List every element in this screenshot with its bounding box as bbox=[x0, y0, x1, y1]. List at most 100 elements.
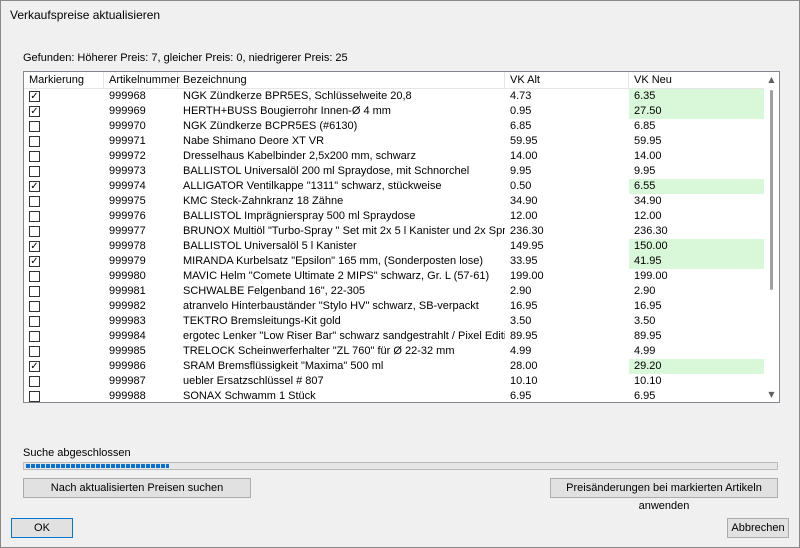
old-cell: 89.95 bbox=[510, 330, 538, 342]
name-cell: MIRANDA Kurbelsatz "Epsilon" 165 mm, (So… bbox=[183, 255, 484, 267]
art-cell: 999981 bbox=[109, 285, 146, 297]
ok-button[interactable]: OK bbox=[11, 518, 73, 538]
markierung-checkbox[interactable] bbox=[29, 151, 40, 162]
old-cell: 0.50 bbox=[510, 180, 532, 192]
header-vk-alt[interactable]: VK Alt bbox=[505, 72, 629, 88]
table-row[interactable]: 999972 Dresselhaus Kabelbinder 2,5x200 mm… bbox=[24, 149, 764, 164]
new-cell: 6.85 bbox=[634, 120, 656, 132]
search-updated-prices-button[interactable]: Nach aktualisierten Preisen suchen bbox=[23, 478, 251, 498]
table-row[interactable]: 999984 ergotec Lenker "Low Riser Bar" sch… bbox=[24, 329, 764, 344]
table-row[interactable]: 999975 KMC Steck-Zahnkranz 18 Zähne 34.90 3… bbox=[24, 194, 764, 209]
scroll-up-arrow-icon[interactable]: ▲ bbox=[764, 72, 779, 87]
name-cell: SCHWALBE Felgenband 16", 22-305 bbox=[183, 285, 366, 297]
markierung-cell: ✓ bbox=[24, 239, 104, 254]
check-icon: ✓ bbox=[30, 181, 39, 192]
markierung-checkbox[interactable] bbox=[29, 376, 40, 387]
old-cell: 28.00 bbox=[510, 360, 538, 372]
header-markierung[interactable]: Markierung bbox=[24, 72, 104, 88]
old-cell: 6.95 bbox=[510, 390, 532, 402]
markierung-checkbox[interactable] bbox=[29, 301, 40, 312]
old-cell: 12.00 bbox=[510, 210, 538, 222]
table-row[interactable]: 999977 BRUNOX Multiöl "Turbo-Spray " Set … bbox=[24, 224, 764, 239]
table-row[interactable]: 999982 atranvelo Hinterbauständer "Stylo … bbox=[24, 299, 764, 314]
scrollbar-thumb[interactable] bbox=[770, 90, 773, 290]
new-cell: 34.90 bbox=[634, 195, 662, 207]
price-grid[interactable]: Markierung Artikelnummer Bezeichnung VK … bbox=[23, 71, 780, 403]
table-row[interactable]: ✓ 999969 HERTH+BUSS Bougierrohr Innen-Ø 4 … bbox=[24, 104, 764, 119]
old-cell: 10.10 bbox=[510, 375, 538, 387]
scroll-down-arrow-icon[interactable]: ▼ bbox=[764, 387, 779, 402]
apply-price-changes-button[interactable]: Preisänderungen bei markierten Artikeln … bbox=[550, 478, 778, 512]
table-row[interactable]: ✓ 999979 MIRANDA Kurbelsatz "Epsilon" 165 … bbox=[24, 254, 764, 269]
art-cell: 999969 bbox=[109, 105, 146, 117]
markierung-checkbox[interactable] bbox=[29, 391, 40, 402]
table-row[interactable]: 999971 Nabe Shimano Deore XT VR 59.95 59.95 bbox=[24, 134, 764, 149]
new-cell: 199.00 bbox=[634, 270, 668, 282]
header-artikelnummer[interactable]: Artikelnummer bbox=[104, 72, 180, 88]
markierung-cell: ✓ bbox=[24, 89, 104, 104]
new-cell: 27.50 bbox=[629, 104, 764, 119]
progress-bar bbox=[23, 462, 778, 470]
table-row[interactable]: 999987 uebler Ersatzschlüssel # 807 10.10 1… bbox=[24, 374, 764, 389]
art-cell: 999974 bbox=[109, 180, 146, 192]
markierung-checkbox[interactable] bbox=[29, 136, 40, 147]
markierung-checkbox[interactable] bbox=[29, 271, 40, 282]
header-vk-neu[interactable]: VK Neu bbox=[629, 72, 764, 88]
old-cell: 33.95 bbox=[510, 255, 538, 267]
table-row[interactable]: 999973 BALLISTOL Universalöl 200 ml Spray… bbox=[24, 164, 764, 179]
new-cell: 150.00 bbox=[629, 239, 764, 254]
cancel-button[interactable]: Abbrechen bbox=[727, 518, 789, 538]
new-cell: 12.00 bbox=[634, 210, 662, 222]
window-title: Verkaufspreise aktualisieren bbox=[10, 8, 161, 22]
old-cell: 2.90 bbox=[510, 285, 532, 297]
markierung-checkbox[interactable]: ✓ bbox=[29, 106, 40, 117]
name-cell: Dresselhaus Kabelbinder 2,5x200 mm, schw… bbox=[183, 150, 416, 162]
new-cell: 16.95 bbox=[634, 300, 662, 312]
new-cell: 14.00 bbox=[634, 150, 662, 162]
art-cell: 999988 bbox=[109, 390, 146, 402]
art-cell: 999986 bbox=[109, 360, 146, 372]
table-row[interactable]: 999980 MAVIC Helm "Comete Ultimate 2 MIPS… bbox=[24, 269, 764, 284]
vertical-scrollbar[interactable]: ▲ ▼ bbox=[764, 72, 779, 402]
markierung-checkbox[interactable] bbox=[29, 226, 40, 237]
name-cell: KMC Steck-Zahnkranz 18 Zähne bbox=[183, 195, 344, 207]
markierung-checkbox[interactable]: ✓ bbox=[29, 256, 40, 267]
name-cell: NGK Zündkerze BPR5ES, Schlüsselweite 20,… bbox=[183, 90, 412, 102]
table-row[interactable]: 999988 SONAX Schwamm 1 Stück 6.95 6.95 bbox=[24, 389, 764, 402]
new-cell: 6.95 bbox=[634, 390, 656, 402]
old-cell: 6.85 bbox=[510, 120, 532, 132]
art-cell: 999973 bbox=[109, 165, 146, 177]
table-row[interactable]: ✓ 999974 ALLIGATOR Ventilkappe "1311" schw… bbox=[24, 179, 764, 194]
markierung-checkbox[interactable] bbox=[29, 211, 40, 222]
markierung-checkbox[interactable] bbox=[29, 346, 40, 357]
name-cell: BALLISTOL Universalöl 5 l Kanister bbox=[183, 240, 357, 252]
check-icon: ✓ bbox=[30, 361, 39, 372]
markierung-checkbox[interactable]: ✓ bbox=[29, 241, 40, 252]
art-cell: 999987 bbox=[109, 375, 146, 387]
markierung-checkbox[interactable] bbox=[29, 166, 40, 177]
markierung-cell: ✓ bbox=[24, 104, 104, 119]
table-row[interactable]: 999981 SCHWALBE Felgenband 16", 22-305 2.9… bbox=[24, 284, 764, 299]
markierung-checkbox[interactable]: ✓ bbox=[29, 181, 40, 192]
markierung-cell bbox=[24, 194, 104, 209]
markierung-checkbox[interactable]: ✓ bbox=[29, 361, 40, 372]
markierung-checkbox[interactable] bbox=[29, 331, 40, 342]
header-bezeichnung[interactable]: Bezeichnung bbox=[178, 72, 505, 88]
markierung-cell bbox=[24, 269, 104, 284]
old-cell: 149.95 bbox=[510, 240, 544, 252]
markierung-checkbox[interactable] bbox=[29, 286, 40, 297]
table-row[interactable]: 999983 TEKTRO Bremsleitungs-Kit gold 3.50 3… bbox=[24, 314, 764, 329]
markierung-checkbox[interactable] bbox=[29, 121, 40, 132]
table-row[interactable]: ✓ 999986 SRAM Bremsflüssigkeit "Maxima" 50… bbox=[24, 359, 764, 374]
table-row[interactable]: 999976 BALLISTOL Imprägnierspray 500 ml S… bbox=[24, 209, 764, 224]
markierung-checkbox[interactable]: ✓ bbox=[29, 91, 40, 102]
table-row[interactable]: ✓ 999968 NGK Zündkerze BPR5ES, Schlüsselwe… bbox=[24, 89, 764, 104]
table-row[interactable]: 999985 TRELOCK Scheinwerferhalter "ZL 760… bbox=[24, 344, 764, 359]
markierung-checkbox[interactable] bbox=[29, 316, 40, 327]
markierung-cell: ✓ bbox=[24, 359, 104, 374]
table-row[interactable]: 999970 NGK Zündkerze BCPR5ES (#6130) 6.85 6… bbox=[24, 119, 764, 134]
old-cell: 4.73 bbox=[510, 90, 532, 102]
markierung-checkbox[interactable] bbox=[29, 196, 40, 207]
table-row[interactable]: ✓ 999978 BALLISTOL Universalöl 5 l Kaniste… bbox=[24, 239, 764, 254]
new-cell: 236.30 bbox=[634, 225, 668, 237]
